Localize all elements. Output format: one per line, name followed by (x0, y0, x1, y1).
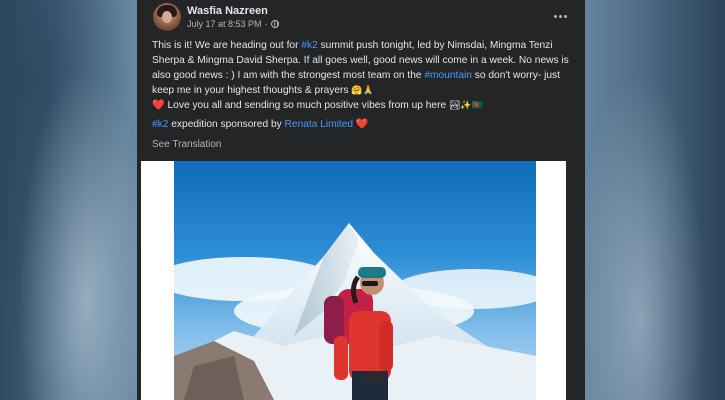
post-media[interactable] (141, 161, 566, 400)
sponsor-link[interactable]: Renata Limited (285, 119, 354, 130)
post-card: Wasfia Nazreen July 17 at 8:53 PM · This… (137, 0, 585, 400)
blurred-background-left (0, 0, 142, 400)
hashtag-k2[interactable]: #k2 (301, 40, 317, 51)
mountain-scene (174, 223, 536, 400)
post-header: Wasfia Nazreen July 17 at 8:53 PM · (137, 0, 585, 36)
see-translation-link[interactable]: See Translation (152, 139, 222, 150)
heart-emoji: ❤️ (355, 119, 369, 130)
text-segment: This is it! We are heading out for (152, 40, 302, 51)
avatar-face (162, 11, 172, 23)
more-dot (553, 14, 557, 18)
post-meta: July 17 at 8:53 PM · (187, 19, 279, 29)
more-options-icon[interactable] (547, 7, 573, 25)
globe-icon[interactable] (270, 20, 279, 28)
emoji-group: 🏞✨🇧🇩 (448, 100, 483, 110)
text-segment: Love you all and sending so much positiv… (164, 100, 449, 111)
hashtag-mountain[interactable]: #mountain (424, 70, 472, 81)
post-timestamp[interactable]: July 17 at 8:53 PM (187, 19, 262, 29)
author-name[interactable]: Wasfia Nazreen (187, 5, 268, 17)
blurred-background-right (583, 0, 725, 400)
meta-separator: · (264, 19, 268, 29)
heart-emoji: ❤️ (152, 100, 165, 111)
more-dot (558, 14, 562, 18)
more-dot (563, 14, 567, 18)
emoji-group: 🤗🙏 (351, 85, 374, 95)
post-text: This is it! We are heading out for #k2 s… (152, 38, 572, 113)
post-photo[interactable] (174, 161, 536, 400)
sponsor-line: #k2 expedition sponsored by Renata Limit… (152, 117, 572, 132)
author-avatar[interactable] (153, 3, 181, 31)
text-segment: expedition sponsored by (168, 119, 285, 130)
hashtag-k2[interactable]: #k2 (152, 119, 168, 130)
